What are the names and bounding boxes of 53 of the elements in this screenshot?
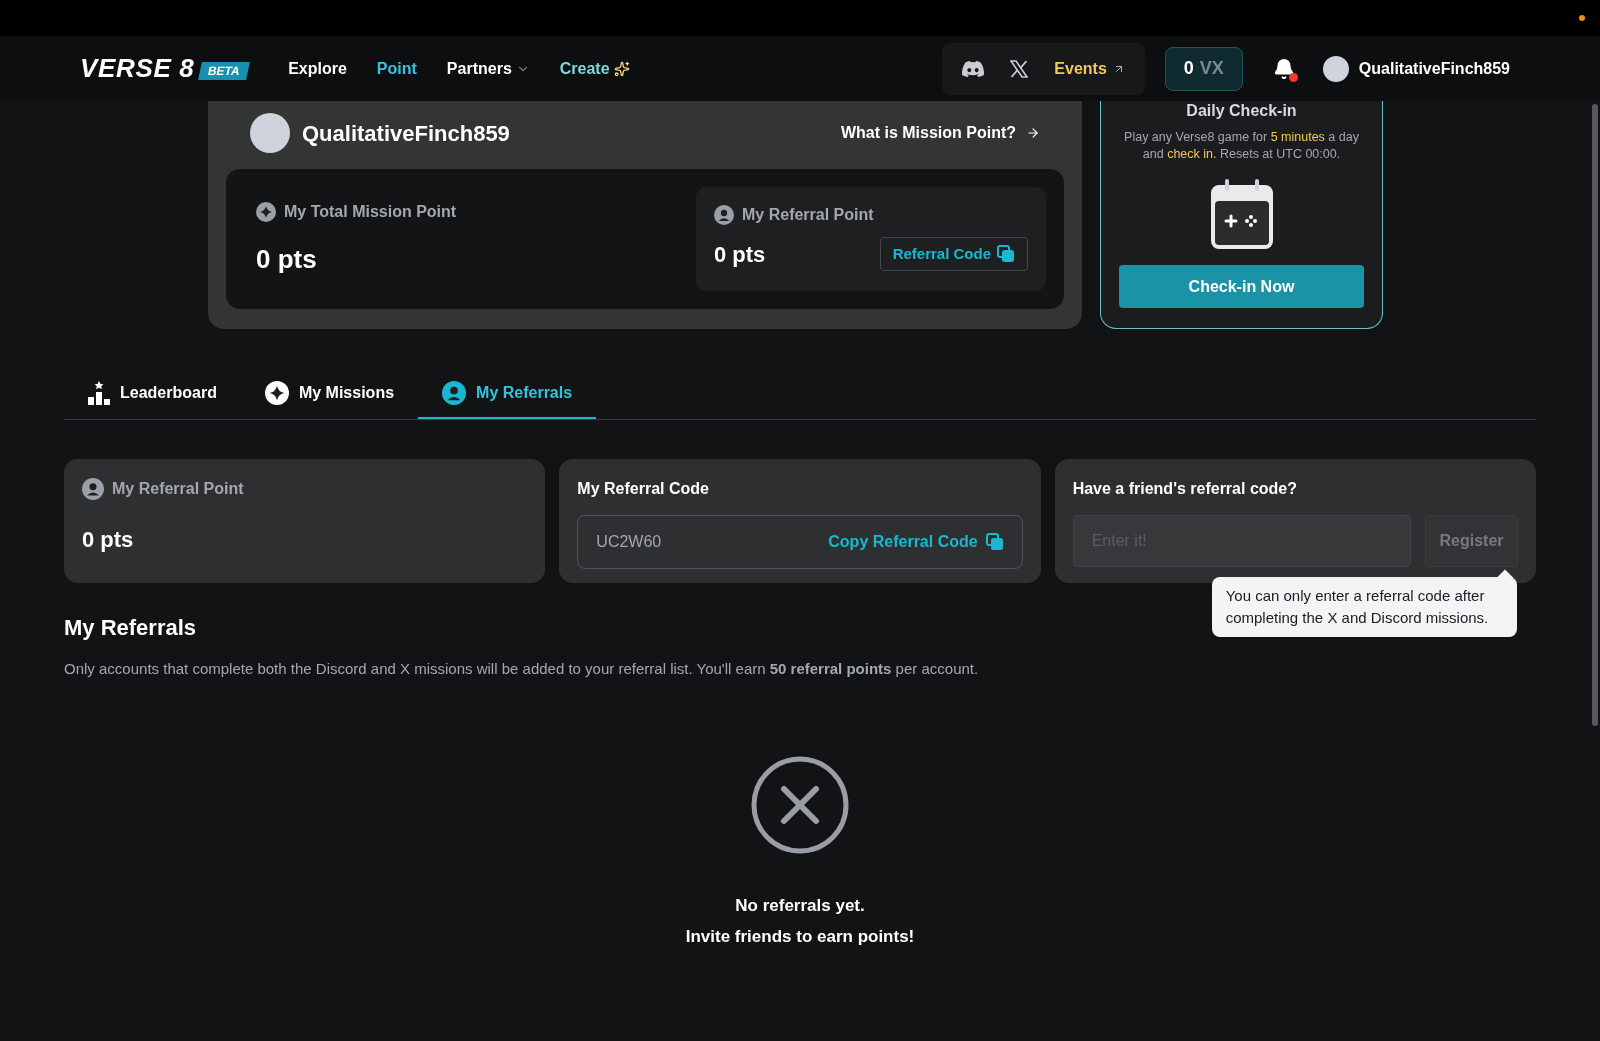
discord-icon[interactable] bbox=[962, 60, 985, 77]
nav-link[interactable]: Create bbox=[559, 56, 630, 81]
profile-username: QualitativeFinch859 bbox=[302, 119, 510, 148]
nav-link[interactable]: Explore bbox=[288, 56, 347, 81]
check-in-button[interactable]: Check-in Now bbox=[1119, 265, 1364, 308]
nav-link[interactable]: Partners bbox=[446, 56, 530, 81]
avatar[interactable] bbox=[1322, 55, 1349, 82]
podium-icon bbox=[88, 381, 110, 405]
bell-icon[interactable] bbox=[1272, 57, 1295, 80]
x-logo-icon[interactable] bbox=[1010, 59, 1029, 78]
logo[interactable]: VERSE 8 bbox=[80, 49, 195, 88]
balance-chip[interactable]: 0 VX bbox=[1164, 46, 1243, 91]
card-label: My Referral Point bbox=[112, 479, 244, 499]
nav-link[interactable]: Point bbox=[376, 56, 417, 81]
help-link[interactable]: What is Mission Point? bbox=[840, 121, 1040, 145]
user-circle-icon bbox=[714, 205, 734, 225]
stat-value: 0 pts bbox=[256, 242, 318, 276]
star-circle-icon bbox=[256, 201, 276, 222]
sparkle-icon bbox=[613, 60, 630, 77]
tab[interactable]: My Referrals bbox=[418, 369, 597, 419]
copy-icon bbox=[985, 533, 1004, 551]
avatar bbox=[250, 113, 290, 153]
copy-code-button[interactable]: Copy Referral Code bbox=[828, 530, 1004, 554]
check-in-description: Play any Verse8 game for 5 minutes a day and check in. Resets at UTC 00:00. bbox=[1123, 129, 1360, 163]
card-label: My Referral Code bbox=[577, 479, 710, 499]
stat-label: My Referral Point bbox=[742, 205, 874, 225]
referral-code-button[interactable]: Referral Code bbox=[879, 237, 1028, 271]
stat-value: 0 pts bbox=[714, 240, 766, 269]
empty-subtitle: Invite friends to earn points! bbox=[685, 926, 915, 948]
balance-amount: 0 bbox=[1183, 57, 1194, 80]
star-circle-icon bbox=[264, 381, 289, 405]
referral-code: UC2W60 bbox=[596, 532, 662, 552]
stat-label: My Total Mission Point bbox=[284, 201, 457, 222]
tab[interactable]: My Missions bbox=[240, 369, 419, 419]
section-title: My Referrals bbox=[64, 614, 197, 642]
tooltip-text: You can only enter a referral code after completing the X and Discord missions. bbox=[1225, 587, 1489, 626]
section-description: Only accounts that complete both the Discord and X missions will be added to your referral list. You'll earn 50 referral points per account. bbox=[64, 659, 980, 679]
copy-icon bbox=[997, 245, 1015, 263]
user-circle-icon bbox=[82, 478, 104, 500]
empty-state-icon bbox=[750, 754, 850, 855]
username[interactable]: QualitativeFinch859 bbox=[1358, 56, 1510, 81]
card-label: Have a friend's referral code? bbox=[1072, 479, 1298, 499]
referral-code-field[interactable]: UC2W60 Copy Referral Code bbox=[577, 515, 1023, 569]
user-circle-icon bbox=[442, 381, 467, 405]
check-in-title: Daily Check-in bbox=[1186, 101, 1297, 121]
balance-unit: VX bbox=[1199, 57, 1224, 80]
scrollbar[interactable] bbox=[1592, 104, 1598, 726]
beta-badge: BETA bbox=[198, 61, 251, 80]
events-link[interactable]: Events bbox=[1054, 56, 1125, 81]
empty-title: No referrals yet. bbox=[735, 894, 865, 917]
calendar-gamepad-icon bbox=[1208, 177, 1275, 251]
card-value: 0 pts bbox=[82, 526, 135, 554]
tab[interactable]: Leaderboard bbox=[64, 369, 241, 419]
